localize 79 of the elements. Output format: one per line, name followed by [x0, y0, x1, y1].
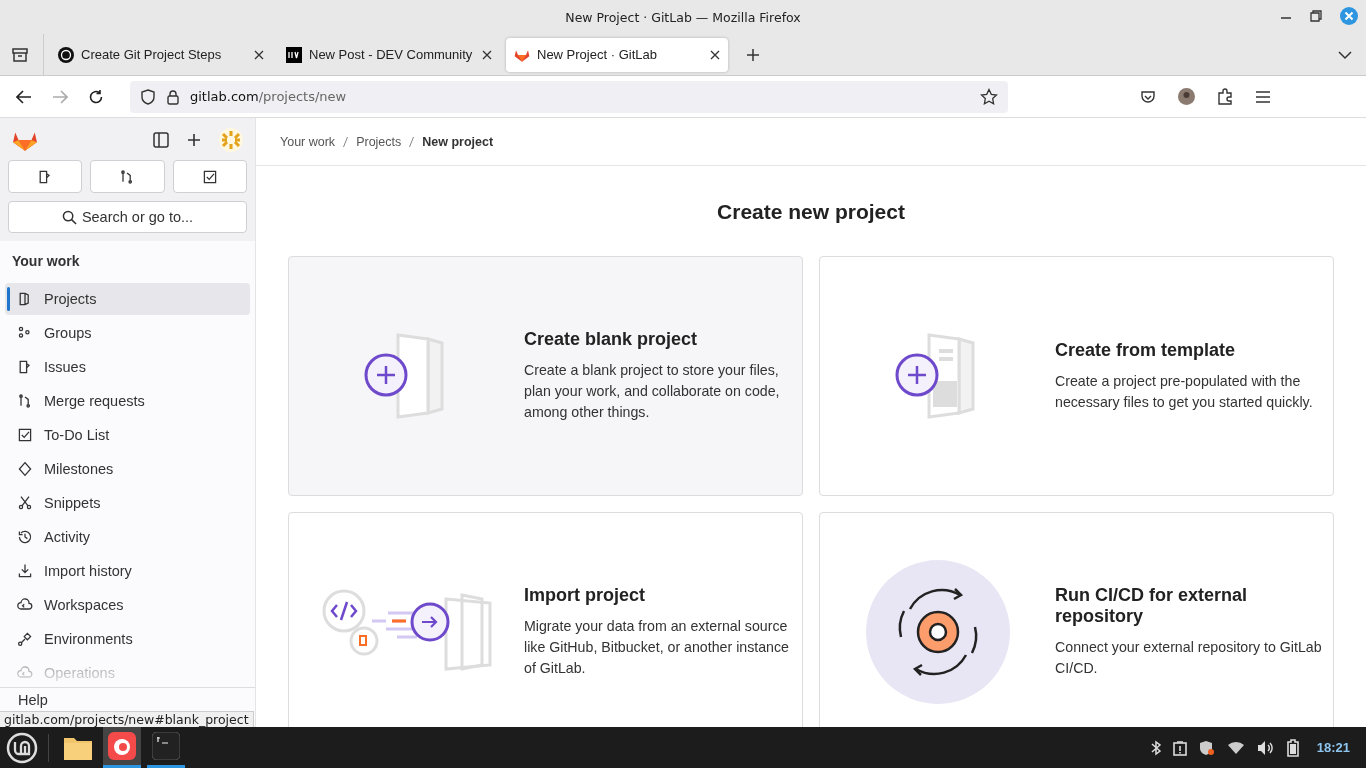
extensions-icon[interactable]: [1217, 88, 1233, 105]
browser-tab[interactable]: New Post - DEV Community: [278, 37, 500, 72]
close-tab-icon[interactable]: [254, 49, 264, 60]
sidebar-item[interactable]: Environments: [5, 623, 250, 655]
battery-icon[interactable]: [1286, 738, 1299, 757]
new-tab-icon[interactable]: [746, 47, 760, 62]
nav-icon: [17, 529, 33, 545]
nav-icon: [17, 597, 33, 613]
card-title: Run CI/CD for external repository: [1055, 585, 1249, 627]
option-card[interactable]: Create blank project Create a blank project to store your files, plan your work, and collaborate on code, among other things.: [288, 256, 803, 496]
shield-icon: [140, 88, 156, 105]
breadcrumb-link[interactable]: Projects: [356, 134, 402, 149]
nav-icon: [17, 665, 33, 681]
back-icon[interactable]: [16, 89, 32, 104]
firefox-icon[interactable]: [108, 732, 136, 760]
nav-icon: [17, 359, 33, 375]
bookmark-star-icon[interactable]: [980, 87, 998, 106]
card-description: Create a project pre-populated with the necessary files to get you started quickly.: [1055, 371, 1314, 412]
nav-icon: [17, 393, 33, 409]
sidebar-item[interactable]: Workspaces: [5, 589, 250, 621]
wifi-icon[interactable]: [1226, 740, 1245, 755]
pocket-icon[interactable]: [1140, 88, 1156, 105]
checkbox-icon: [201, 168, 218, 185]
sidebar-item[interactable]: Activity: [5, 521, 250, 553]
search-button[interactable]: Search or go to...: [8, 201, 247, 233]
search-icon: [61, 209, 77, 225]
card-description: Connect your external repository to GitLab CI/CD.: [1055, 638, 1323, 678]
avatar-icon[interactable]: [1178, 88, 1195, 105]
clock[interactable]: 18:21: [1316, 740, 1350, 755]
sidebar-toggle-icon[interactable]: [153, 132, 169, 148]
nav-icon: [17, 563, 33, 579]
breadcrumb-separator-icon: [343, 136, 349, 147]
card-description: Create a blank project to store your files, plan your work, and collaborate on code, among other things.: [524, 361, 781, 422]
option-card[interactable]: Create from template Create a project pre-populated with the necessary files to get you started quickly.: [819, 256, 1334, 496]
mint-logo-icon[interactable]: [6, 731, 38, 764]
dev-logo-icon: [286, 46, 302, 63]
link-status-tooltip: gitlab.com/projects/new#blank_project: [0, 711, 254, 727]
sidebar-item[interactable]: Snippets: [5, 487, 250, 519]
nav-icon: [17, 495, 33, 511]
close-tab-icon[interactable]: [710, 49, 720, 60]
page-heading: Create new project: [716, 200, 906, 224]
close-tab-icon[interactable]: [482, 49, 492, 60]
nav-icon: [17, 427, 33, 443]
maximize-icon[interactable]: [1310, 10, 1322, 22]
browser-tab[interactable]: Create Git Project Steps: [50, 37, 272, 72]
browser-tab[interactable]: New Project · GitLab: [506, 37, 728, 72]
close-icon[interactable]: [1340, 7, 1358, 25]
card-title: Import project: [524, 585, 646, 606]
breadcrumb-link[interactable]: New project: [422, 134, 494, 149]
terminal-icon[interactable]: [152, 732, 180, 760]
sidebar-item[interactable]: To-Do List: [5, 419, 250, 451]
sidebar-item[interactable]: Merge requests: [5, 385, 250, 417]
todo-button[interactable]: [172, 160, 247, 193]
help-item[interactable]: Help: [18, 692, 48, 708]
breadcrumb-link[interactable]: Your work: [280, 134, 336, 149]
breadcrumb-separator-icon: [409, 136, 415, 147]
volume-icon[interactable]: [1256, 739, 1275, 756]
tab-list-icon[interactable]: [1338, 49, 1352, 60]
sidebar-item[interactable]: Groups: [5, 317, 250, 349]
reload-icon[interactable]: [88, 88, 104, 105]
plus-icon[interactable]: [187, 133, 201, 147]
sidebar-item[interactable]: Milestones: [5, 453, 250, 485]
lock-icon: [166, 88, 180, 105]
clipboard-alert-icon[interactable]: [1172, 739, 1187, 756]
menu-icon[interactable]: [1255, 89, 1271, 104]
shield-alert-icon[interactable]: [1198, 739, 1215, 756]
window-title: New Project · GitLab — Mozilla Firefox: [565, 9, 801, 25]
card-title: Create from template: [1055, 339, 1237, 361]
nav-icon: [17, 631, 33, 647]
sidebar-item[interactable]: Import history: [5, 555, 250, 587]
section-heading: Your work: [11, 252, 81, 271]
nav-icon: [17, 461, 33, 477]
bluetooth-icon[interactable]: [1150, 739, 1161, 756]
sidebar-item[interactable]: Projects: [5, 283, 250, 315]
tray-icon[interactable]: [11, 46, 29, 63]
address-field[interactable]: gitlab.com/projects/new: [130, 80, 1008, 113]
card-description: Migrate your data from an external source like GitHub, Bitbucket, or another instance of GitLab.: [524, 617, 790, 678]
card-title: Create blank project: [524, 329, 699, 350]
sidebar-item[interactable]: Issues: [5, 351, 250, 383]
